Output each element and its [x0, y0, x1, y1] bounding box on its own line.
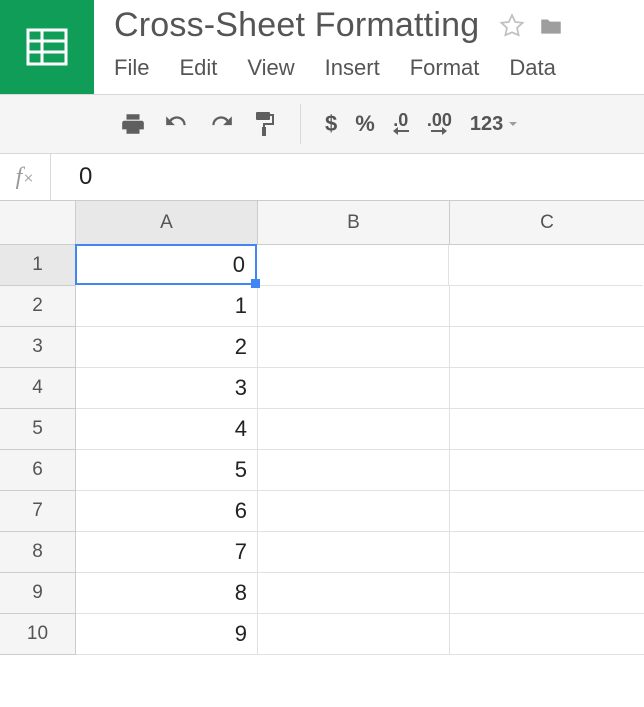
row-header[interactable]: 2: [0, 286, 76, 327]
cell[interactable]: [450, 532, 644, 573]
formula-input[interactable]: [51, 162, 644, 192]
cell[interactable]: 2: [76, 327, 258, 368]
right-arrow-icon: [431, 127, 447, 138]
cell[interactable]: [258, 368, 450, 409]
table-row: 109: [0, 614, 644, 655]
cell[interactable]: 4: [76, 409, 258, 450]
decrease-decimal-button[interactable]: .0: [393, 111, 409, 138]
undo-button[interactable]: [164, 111, 190, 137]
table-row: 43: [0, 368, 644, 409]
table-row: 10: [0, 245, 644, 286]
toolbar-divider: [300, 104, 301, 144]
cell[interactable]: [258, 532, 450, 573]
table-row: 76: [0, 491, 644, 532]
row-header[interactable]: 3: [0, 327, 76, 368]
cell[interactable]: [450, 491, 644, 532]
cell[interactable]: [258, 409, 450, 450]
row-header[interactable]: 7: [0, 491, 76, 532]
cell[interactable]: [450, 368, 644, 409]
menu-file[interactable]: File: [114, 55, 149, 81]
spreadsheet-icon: [22, 22, 72, 72]
chevron-down-icon: [507, 118, 519, 130]
app-header: Cross-Sheet Formatting File Edit View In…: [0, 0, 644, 94]
row-header[interactable]: 6: [0, 450, 76, 491]
print-icon: [120, 111, 146, 137]
toolbar: $ % .0 .00 123: [0, 94, 644, 154]
table-row: 65: [0, 450, 644, 491]
menu-view[interactable]: View: [247, 55, 294, 81]
cell[interactable]: [450, 409, 644, 450]
column-headers: A B C: [0, 201, 644, 245]
column-header-a[interactable]: A: [76, 201, 258, 245]
cell[interactable]: [450, 450, 644, 491]
menu-bar: File Edit View Insert Format Data: [114, 55, 644, 81]
row-header[interactable]: 4: [0, 368, 76, 409]
cell[interactable]: [450, 614, 644, 655]
cell[interactable]: [258, 491, 450, 532]
header-content: Cross-Sheet Formatting File Edit View In…: [94, 0, 644, 81]
cell[interactable]: [258, 286, 450, 327]
spreadsheet-grid: A B C 102132435465768798109: [0, 200, 644, 655]
table-row: 32: [0, 327, 644, 368]
table-row: 87: [0, 532, 644, 573]
folder-icon[interactable]: [537, 13, 565, 39]
table-row: 54: [0, 409, 644, 450]
column-header-c[interactable]: C: [450, 201, 644, 245]
sheets-logo[interactable]: [0, 0, 94, 94]
row-header[interactable]: 5: [0, 409, 76, 450]
cell[interactable]: [257, 245, 449, 286]
cell[interactable]: [450, 573, 644, 614]
selection-handle[interactable]: [251, 279, 260, 288]
select-all-corner[interactable]: [0, 201, 76, 245]
formula-bar: f×: [0, 154, 644, 200]
cell[interactable]: 0: [75, 244, 257, 285]
undo-icon: [164, 111, 190, 137]
document-title[interactable]: Cross-Sheet Formatting: [114, 6, 479, 45]
fx-label: f×: [0, 164, 50, 191]
star-icon[interactable]: [499, 13, 525, 39]
row-header[interactable]: 9: [0, 573, 76, 614]
column-header-b[interactable]: B: [258, 201, 450, 245]
paint-format-button[interactable]: [252, 110, 276, 138]
cell[interactable]: [450, 327, 644, 368]
cell[interactable]: [258, 573, 450, 614]
cell[interactable]: 8: [76, 573, 258, 614]
cell[interactable]: [258, 450, 450, 491]
increase-decimal-button[interactable]: .00: [427, 111, 452, 138]
table-row: 98: [0, 573, 644, 614]
paint-roller-icon: [252, 110, 276, 138]
left-arrow-icon: [393, 127, 409, 138]
print-button[interactable]: [120, 111, 146, 137]
row-header[interactable]: 1: [0, 245, 76, 286]
cell[interactable]: 7: [76, 532, 258, 573]
redo-button[interactable]: [208, 111, 234, 137]
menu-insert[interactable]: Insert: [325, 55, 380, 81]
menu-format[interactable]: Format: [410, 55, 480, 81]
cell[interactable]: 1: [76, 286, 258, 327]
format-percent-button[interactable]: %: [355, 111, 375, 137]
menu-edit[interactable]: Edit: [179, 55, 217, 81]
cell[interactable]: 6: [76, 491, 258, 532]
cell[interactable]: [449, 245, 643, 286]
row-header[interactable]: 8: [0, 532, 76, 573]
cell[interactable]: [258, 614, 450, 655]
rows-container: 102132435465768798109: [0, 245, 644, 655]
cell[interactable]: 9: [76, 614, 258, 655]
format-currency-button[interactable]: $: [325, 111, 337, 137]
table-row: 21: [0, 286, 644, 327]
cell[interactable]: [450, 286, 644, 327]
cell[interactable]: 3: [76, 368, 258, 409]
cell[interactable]: 5: [76, 450, 258, 491]
menu-data[interactable]: Data: [509, 55, 555, 81]
cell[interactable]: [258, 327, 450, 368]
redo-icon: [208, 111, 234, 137]
more-formats-button[interactable]: 123: [470, 113, 519, 136]
row-header[interactable]: 10: [0, 614, 76, 655]
